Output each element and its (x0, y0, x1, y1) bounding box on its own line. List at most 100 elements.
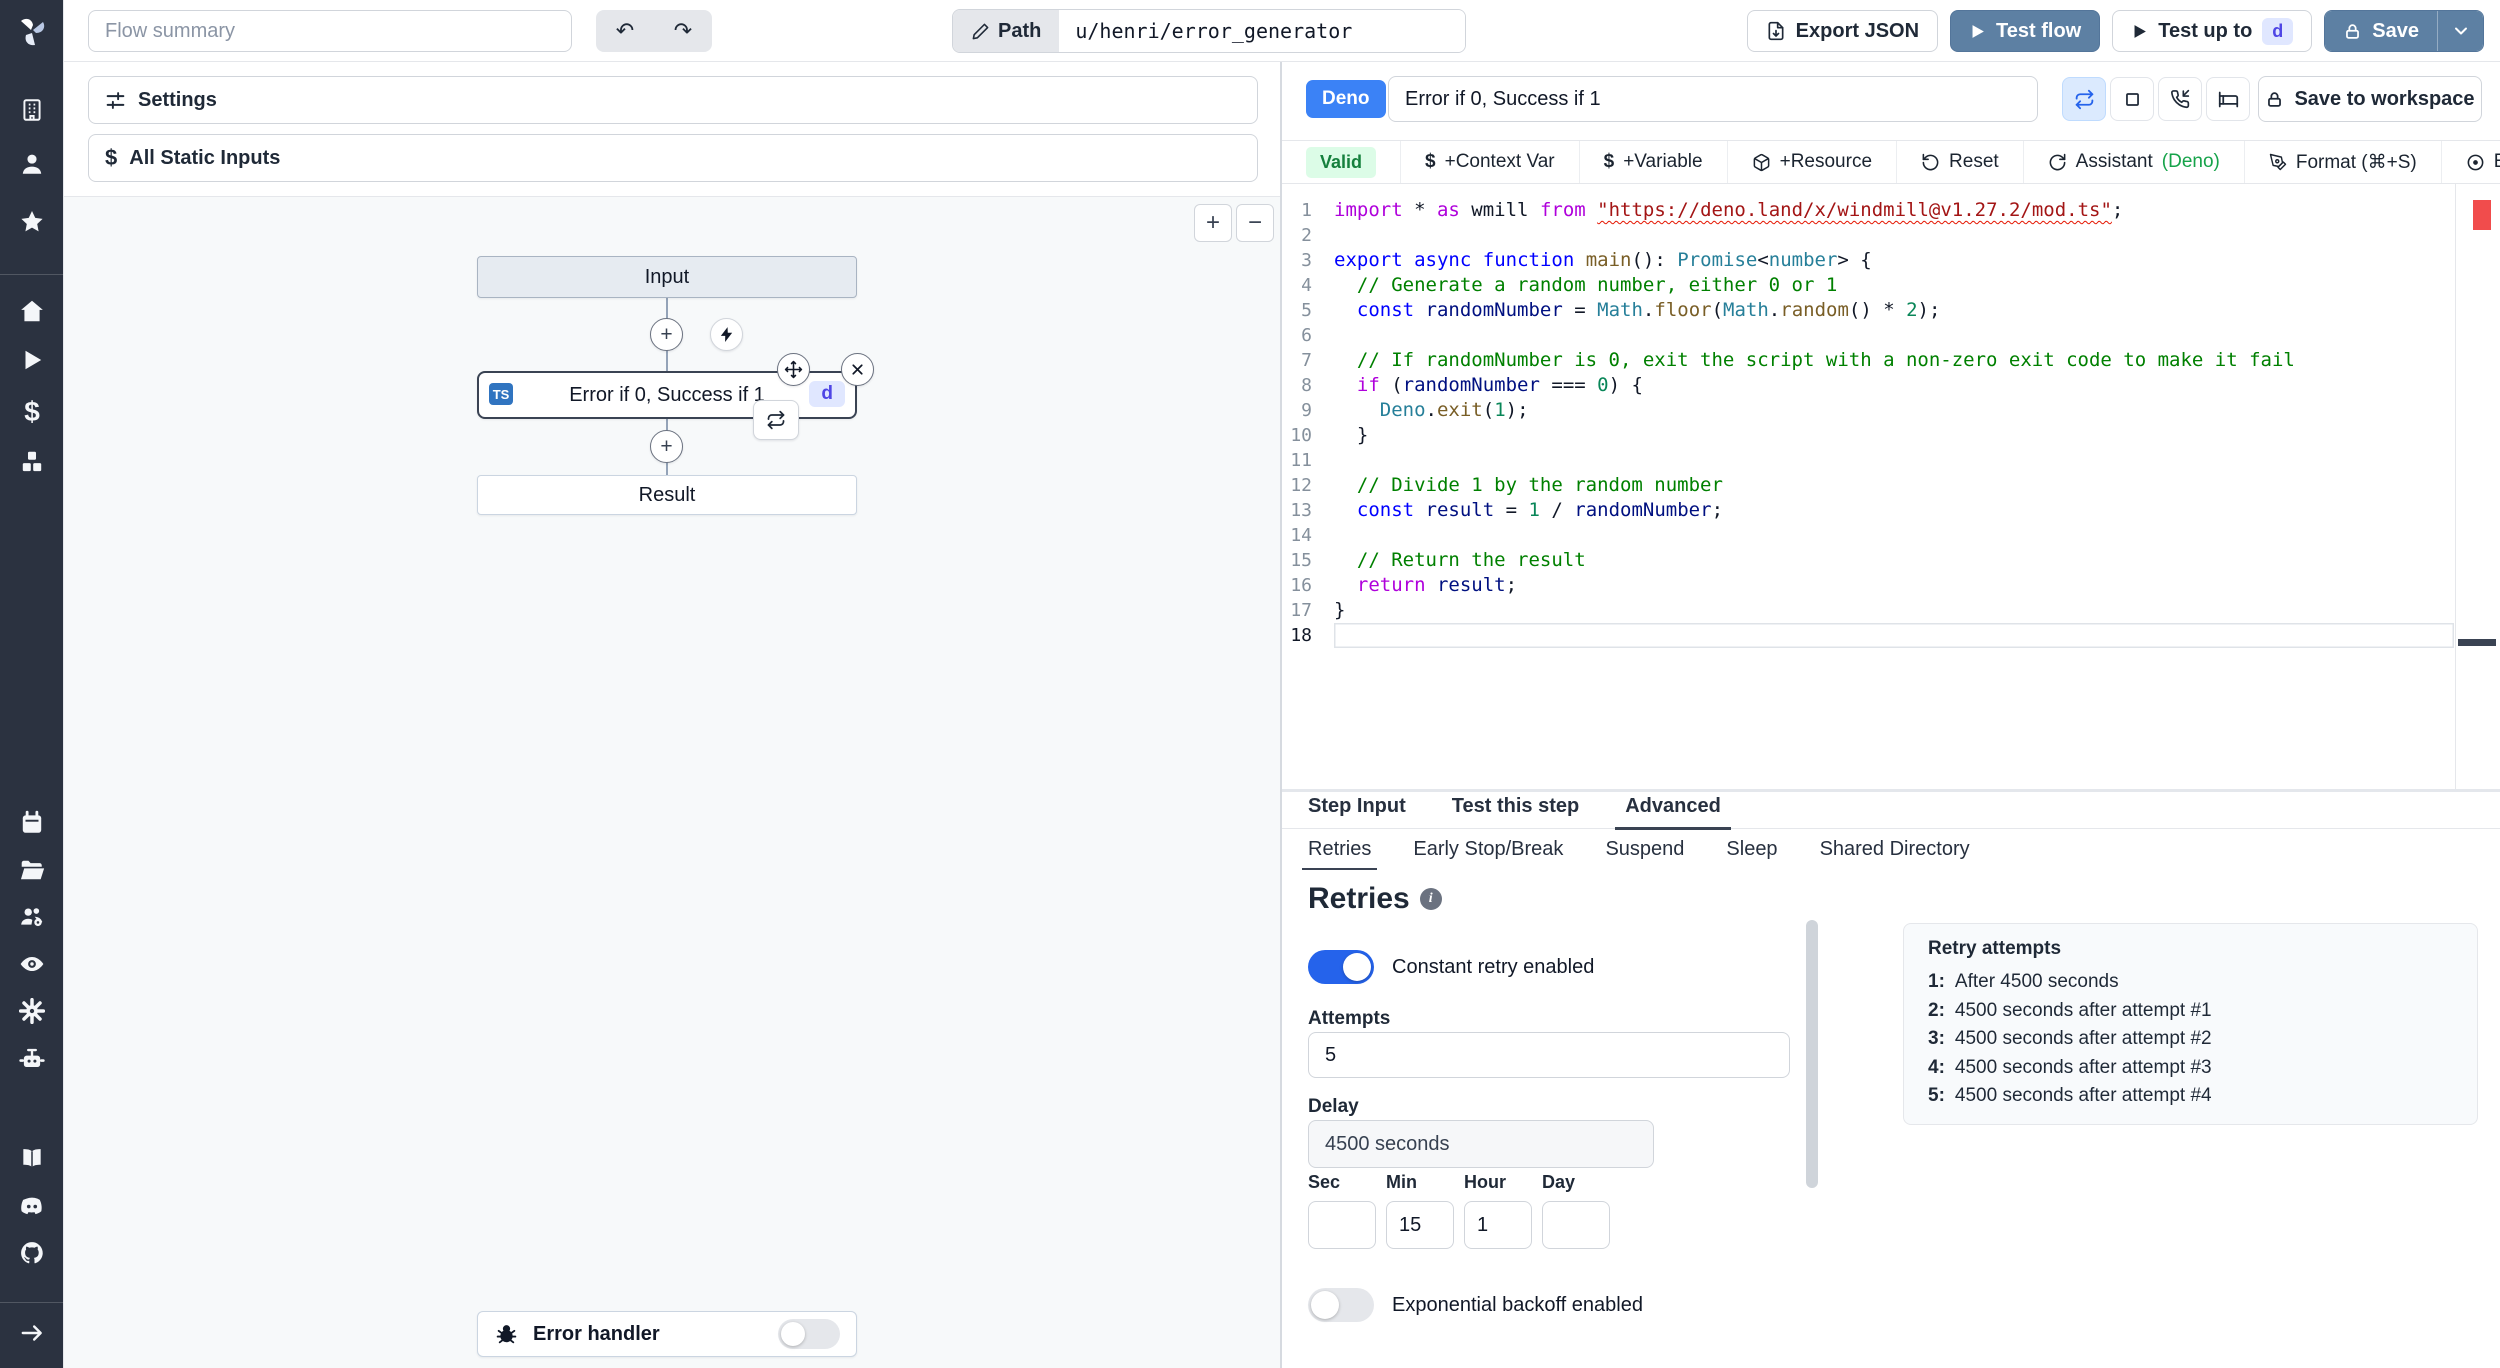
line-content[interactable]: const result = 1 / randomNumber; (1334, 498, 2454, 523)
hour-input[interactable] (1464, 1201, 1532, 1249)
line-content[interactable]: } (1334, 598, 2454, 623)
settings-gear-icon[interactable] (19, 998, 45, 1024)
code-line[interactable]: 17} (1282, 598, 2454, 623)
error-handler-toggle[interactable] (778, 1319, 840, 1349)
code-line[interactable]: 6 (1282, 323, 2454, 348)
building-icon[interactable] (19, 97, 45, 123)
line-content[interactable]: // Generate a random number, either 0 or… (1334, 273, 2454, 298)
code-line[interactable]: 5 const randomNumber = Math.floor(Math.r… (1282, 298, 2454, 323)
code-line[interactable]: 14 (1282, 523, 2454, 548)
save-button[interactable]: Save (2325, 11, 2437, 51)
user-icon[interactable] (19, 151, 45, 177)
sleep-icon-button[interactable] (2206, 77, 2250, 121)
line-content[interactable]: Deno.exit(1); (1334, 398, 2454, 423)
code-line[interactable]: 15 // Return the result (1282, 548, 2454, 573)
insert-step-button-top[interactable]: + (650, 318, 683, 351)
audit-eye-icon[interactable] (19, 951, 45, 977)
resources-cubes-icon[interactable] (19, 449, 45, 475)
line-content[interactable]: return result; (1334, 573, 2454, 598)
windmill-logo-icon[interactable] (16, 14, 48, 46)
test-up-to-button[interactable]: Test up to d (2112, 10, 2313, 52)
test-flow-button[interactable]: Test flow (1950, 10, 2101, 52)
code-editor[interactable]: 1 import * as wmill from "https://deno.la… (1282, 184, 2500, 789)
undo-button[interactable]: ↶ (596, 10, 654, 52)
zoom-out-button[interactable]: − (1236, 204, 1274, 242)
explore-scripts-button[interactable]: Explore other s (2442, 141, 2500, 183)
day-input[interactable] (1542, 1201, 1610, 1249)
line-content[interactable]: } (1334, 423, 2454, 448)
sec-input[interactable] (1308, 1201, 1376, 1249)
save-dropdown-button[interactable] (2437, 11, 2483, 51)
code-lines[interactable]: 1 import * as wmill from "https://deno.la… (1282, 198, 2454, 648)
reset-button[interactable]: Reset (1897, 141, 2024, 183)
tab-step-input[interactable]: Step Input (1308, 795, 1406, 829)
code-line[interactable]: 8 if (randomNumber === 0) { (1282, 373, 2454, 398)
editor-bottom-splitter[interactable] (1282, 789, 2500, 792)
flow-input-node[interactable]: Input (477, 256, 857, 298)
assistant-button[interactable]: Assistant (Deno) (2024, 141, 2245, 183)
line-content[interactable]: // Return the result (1334, 548, 2454, 573)
discord-icon[interactable] (19, 1193, 45, 1219)
tab-test-this-step[interactable]: Test this step (1452, 795, 1579, 829)
github-icon[interactable] (19, 1240, 45, 1266)
flow-settings-button[interactable]: Settings (88, 76, 1258, 124)
workers-icon[interactable] (19, 904, 45, 930)
exponential-backoff-toggle[interactable] (1308, 1288, 1374, 1322)
flow-result-node[interactable]: Result (477, 475, 857, 515)
early-stop-icon-button[interactable] (2110, 77, 2154, 121)
code-line[interactable]: 7 // If randomNumber is 0, exit the scri… (1282, 348, 2454, 373)
line-content[interactable]: export async function main(): Promise<nu… (1334, 248, 2454, 273)
code-line[interactable]: 16 return result; (1282, 573, 2454, 598)
code-line[interactable]: 10 } (1282, 423, 2454, 448)
subtab-suspend[interactable]: Suspend (1605, 838, 1684, 870)
export-json-button[interactable]: Export JSON (1746, 10, 1939, 52)
suspend-icon-button[interactable] (2158, 77, 2202, 121)
code-line[interactable]: 4 // Generate a random number, either 0 … (1282, 273, 2454, 298)
step-name-input[interactable] (1388, 76, 2038, 122)
line-content[interactable]: const randomNumber = Math.floor(Math.ran… (1334, 298, 2454, 323)
redo-button[interactable]: ↷ (654, 10, 712, 52)
delete-step-button[interactable] (841, 353, 874, 386)
code-line[interactable]: 18 (1282, 623, 2454, 648)
code-line[interactable]: 2 (1282, 223, 2454, 248)
editor-overview-ruler[interactable] (2455, 184, 2500, 789)
line-content[interactable]: // If randomNumber is 0, exit the script… (1334, 348, 2454, 373)
add-context-var-button[interactable]: $ +Context Var (1401, 141, 1580, 183)
all-static-inputs-button[interactable]: $ All Static Inputs (88, 134, 1258, 182)
code-line[interactable]: 3 export async function main(): Promise<n… (1282, 248, 2454, 273)
line-content[interactable]: if (randomNumber === 0) { (1334, 373, 2454, 398)
code-line[interactable]: 13 const result = 1 / randomNumber; (1282, 498, 2454, 523)
subtab-early-stop-break[interactable]: Early Stop/Break (1413, 838, 1563, 870)
path-input[interactable] (1059, 10, 1465, 52)
step-retry-indicator-button[interactable] (753, 400, 799, 440)
variables-dollar-icon[interactable]: $ (19, 396, 45, 427)
subtab-sleep[interactable]: Sleep (1726, 838, 1777, 870)
constant-retry-toggle[interactable] (1308, 950, 1374, 984)
subtab-shared-directory[interactable]: Shared Directory (1820, 838, 1970, 870)
info-icon[interactable]: i (1419, 888, 1442, 910)
move-step-button[interactable] (777, 353, 810, 386)
flow-canvas[interactable]: + − Input + TS Error if 0, Success if 1 … (64, 196, 1280, 1368)
save-to-workspace-button[interactable]: Save to workspace (2258, 76, 2482, 122)
line-content[interactable] (1334, 223, 2454, 248)
flow-summary-input[interactable] (88, 10, 572, 52)
schedules-calendar-icon[interactable] (19, 810, 45, 836)
star-icon[interactable] (19, 209, 45, 235)
retries-scrollbar[interactable] (1806, 920, 1818, 1188)
home-icon[interactable] (19, 298, 45, 324)
docs-book-icon[interactable] (19, 1145, 45, 1171)
tab-advanced[interactable]: Advanced (1615, 795, 1731, 830)
subtab-retries[interactable]: Retries (1301, 838, 1378, 870)
panel-splitter[interactable] (1280, 62, 1282, 1368)
line-content[interactable] (1334, 448, 2454, 473)
attempts-input[interactable] (1308, 1032, 1790, 1078)
format-button[interactable]: Format (⌘+S) (2245, 141, 2442, 183)
add-variable-button[interactable]: $ +Variable (1580, 141, 1728, 183)
code-line[interactable]: 12 // Divide 1 by the random number (1282, 473, 2454, 498)
code-line[interactable]: 1 import * as wmill from "https://deno.la… (1282, 198, 2454, 223)
line-content[interactable] (1334, 323, 2454, 348)
min-input[interactable] (1386, 1201, 1454, 1249)
runs-play-icon[interactable] (19, 347, 45, 373)
code-line[interactable]: 9 Deno.exit(1); (1282, 398, 2454, 423)
line-content[interactable] (1334, 523, 2454, 548)
